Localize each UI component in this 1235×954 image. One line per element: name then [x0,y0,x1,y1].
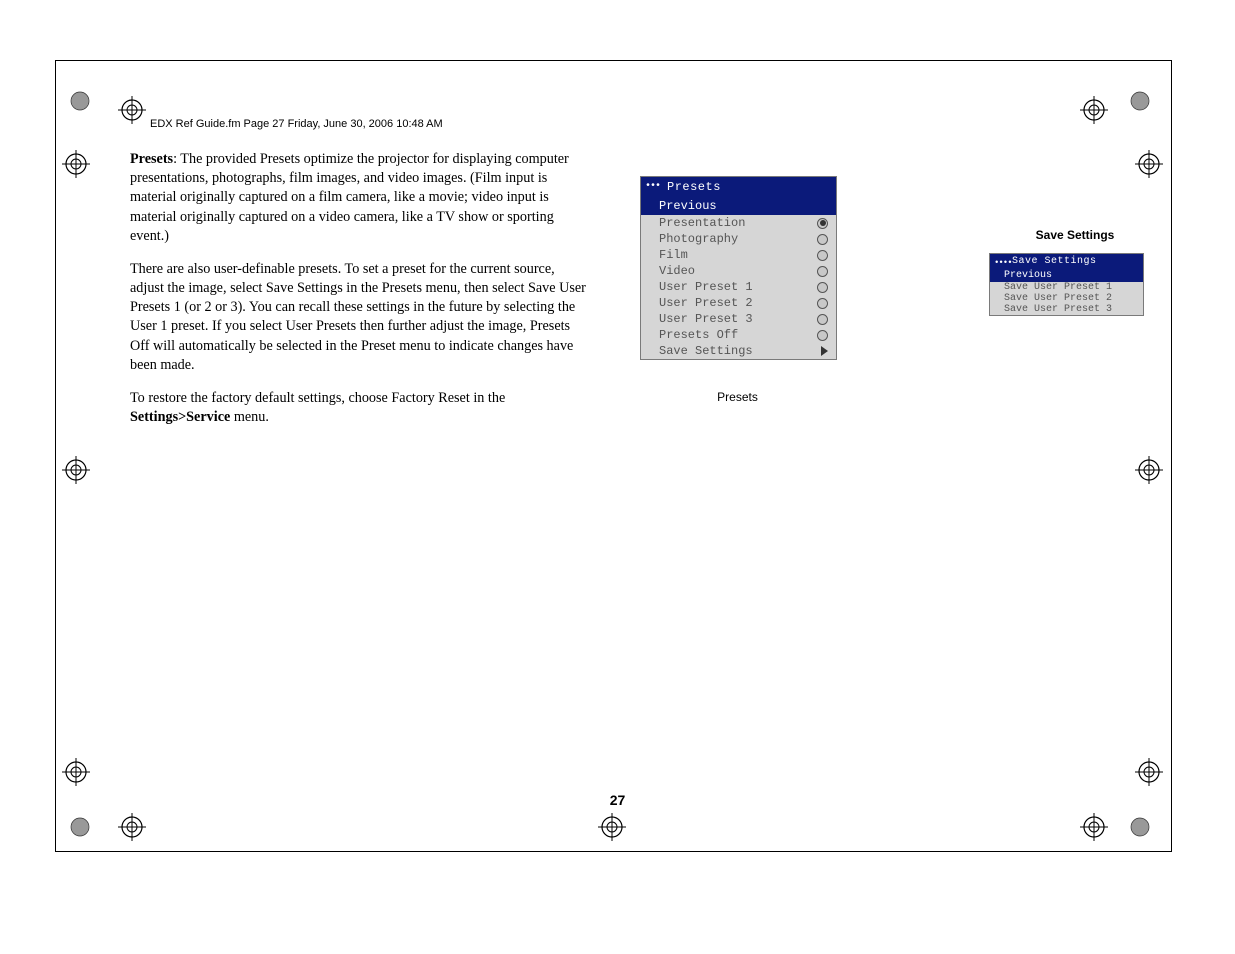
paragraph-3a: To restore the factory default settings,… [130,390,505,406]
menu-item-label: Film [659,248,688,262]
presets-menu-item[interactable]: User Preset 3 [641,311,836,327]
save-menu-item[interactable]: Save User Preset 2 [990,293,1143,304]
menu-item-label: User Preset 3 [659,312,753,326]
radio-icon [817,266,828,277]
presets-menu-item[interactable]: Save Settings [641,343,836,359]
menu-item-label: Save User Preset 2 [1004,293,1112,304]
body-text: Presets: The provided Presets optimize t… [130,150,590,441]
registration-mark-icon [1135,758,1163,786]
registration-mark-icon [62,456,90,484]
registration-mark-icon [1080,813,1108,841]
paragraph-3b: menu. [230,409,269,425]
presets-menu-item[interactable]: User Preset 2 [641,295,836,311]
registration-mark-icon [118,96,146,124]
presets-menu: ••• Presets Previous Presentation Photogr… [640,176,837,360]
presets-menu-title: ••• Presets [641,177,836,197]
presets-menu-item[interactable]: Photography [641,231,836,247]
save-menu-item[interactable]: Save User Preset 1 [990,282,1143,293]
menu-item-label: Video [659,264,695,278]
registration-mark-icon [1130,91,1158,119]
registration-mark-icon [70,91,98,119]
registration-mark-icon [70,817,98,845]
registration-mark-icon [1130,817,1158,845]
menu-item-label: Save Settings [659,344,753,358]
registration-mark-icon [1080,96,1108,124]
menu-item-label: Photography [659,232,738,246]
menu-item-label: User Preset 1 [659,280,753,294]
page-number: 27 [0,792,1235,808]
radio-icon [817,234,828,245]
menu-item-label: Save User Preset 1 [1004,282,1112,293]
radio-icon [817,330,828,341]
breadcrumb-dots-icon: •••• [994,258,1012,268]
radio-icon [817,218,828,229]
save-menu-title-text: Save Settings [1012,256,1097,267]
menu-item-label: User Preset 2 [659,296,753,310]
radio-icon [817,314,828,325]
presets-menu-item[interactable]: Presentation [641,215,836,231]
radio-icon [817,298,828,309]
save-menu-item[interactable]: Save User Preset 3 [990,304,1143,315]
save-menu-previous[interactable]: Previous [990,269,1143,282]
paragraph-2: There are also user-definable presets. T… [130,260,590,375]
presets-heading: Presets [130,151,173,167]
registration-mark-icon [1135,150,1163,178]
breadcrumb-dots-icon: ••• [645,181,660,192]
presets-menu-item[interactable]: Film [641,247,836,263]
registration-mark-icon [118,813,146,841]
settings-service-bold: Settings>Service [130,409,230,425]
registration-mark-icon [62,150,90,178]
menu-item-label: Save User Preset 3 [1004,304,1112,315]
presets-menu-item[interactable]: User Preset 1 [641,279,836,295]
save-menu-title: •••• Save Settings [990,254,1143,269]
registration-mark-icon [598,813,626,841]
arrow-right-icon [821,346,828,356]
presets-menu-title-text: Presets [667,180,721,194]
menu-item-label: Presets Off [659,328,738,342]
presets-menu-item[interactable]: Presets Off [641,327,836,343]
save-settings-menu: •••• Save Settings Previous Save User Pr… [989,253,1144,316]
presets-caption: Presets [640,390,835,404]
paragraph-1: : The provided Presets optimize the proj… [130,151,569,244]
presets-menu-item[interactable]: Video [641,263,836,279]
page-header: EDX Ref Guide.fm Page 27 Friday, June 30… [150,118,443,130]
registration-mark-icon [62,758,90,786]
radio-icon [817,250,828,261]
registration-mark-icon [1135,456,1163,484]
radio-icon [817,282,828,293]
menu-item-label: Presentation [659,216,745,230]
save-settings-caption: Save Settings [1010,228,1140,242]
presets-menu-previous[interactable]: Previous [641,197,836,215]
